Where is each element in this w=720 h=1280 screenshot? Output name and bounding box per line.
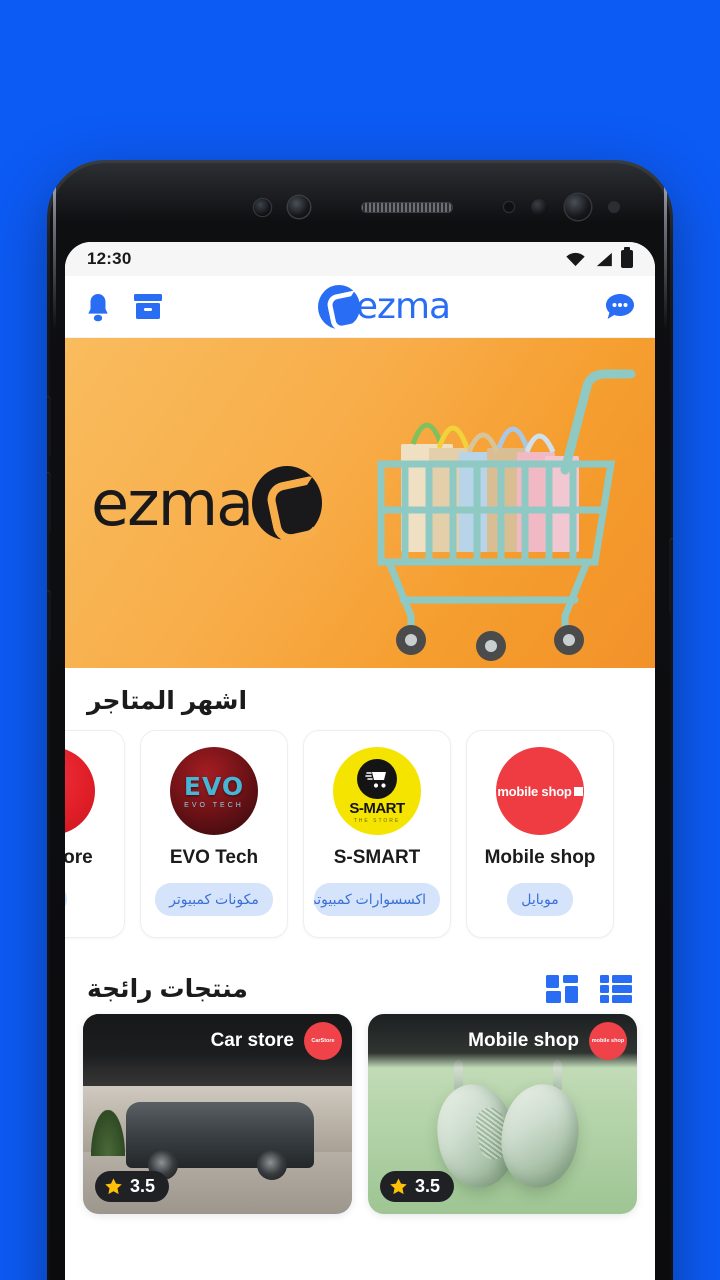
volume-down-button[interactable] xyxy=(47,472,51,534)
store-card-name: Mobile shop xyxy=(484,847,596,868)
product-store-name: Mobile shop xyxy=(468,1030,579,1051)
bell-icon[interactable] xyxy=(85,292,111,322)
product-rating-badge: 3.5 xyxy=(95,1171,170,1202)
promo-banner[interactable]: ezma xyxy=(65,338,655,668)
store-card[interactable]: EVO EVO TECH EVO Tech مكونات كمبيوتر xyxy=(140,730,288,938)
s-mart-logo-icon: S-MART THE STORE xyxy=(333,747,421,835)
product-rating-value: 3.5 xyxy=(415,1176,441,1196)
grid-view-icon[interactable] xyxy=(545,974,579,1004)
products-section-header: منتجات رائجة xyxy=(65,956,655,1014)
star-icon xyxy=(105,1178,122,1195)
products-area: Car store CarStore 3.5 Mobile shop mobil… xyxy=(65,1014,655,1214)
view-mode-toggles xyxy=(545,974,633,1004)
secondary-camera-icon xyxy=(288,196,310,218)
shopping-cart-icon xyxy=(356,758,397,799)
store-card-tag: اكسسوارات كمبيوتر xyxy=(314,883,440,916)
store-card-tag: موبايل xyxy=(507,883,573,916)
front-camera-icon xyxy=(565,194,591,220)
status-bar-clock: 12:30 xyxy=(87,249,132,268)
store-card-name: S-SMART xyxy=(333,847,421,868)
stores-section-header: اشهر المتاجر xyxy=(65,668,655,726)
app-header: ezma xyxy=(65,276,655,338)
shopping-cart-illustration xyxy=(319,352,649,662)
product-store-logo-icon: CarStore xyxy=(304,1022,342,1060)
product-card[interactable]: Car store CarStore 3.5 xyxy=(83,1014,352,1214)
evo-tech-logo-icon: EVO EVO TECH xyxy=(170,747,258,835)
product-card-header: Mobile shop mobile shop xyxy=(368,1014,637,1068)
stores-carousel[interactable]: Car store EVO EVO TECH EVO Tech مكونات ك… xyxy=(65,726,655,956)
product-rating-badge: 3.5 xyxy=(380,1171,455,1202)
cellular-signal-icon xyxy=(596,252,612,266)
app-brand-name: ezma xyxy=(355,286,451,327)
assistant-button[interactable] xyxy=(47,590,51,642)
status-bar-icons xyxy=(565,247,633,268)
device-sensor-bezel xyxy=(47,174,673,240)
mobile-logo-text: mobile shop xyxy=(497,783,572,799)
smart-logo-text: S-MART xyxy=(349,799,405,817)
ezma-mark-icon xyxy=(317,284,360,329)
phone-screen: 12:30 ezma ezma اشهر المتاجر ore EVO EVO… xyxy=(65,242,655,1280)
evo-logo-subtext: EVO TECH xyxy=(184,801,244,809)
earpiece-speaker-icon xyxy=(361,201,453,213)
smart-logo-subtext: THE STORE xyxy=(353,817,401,824)
products-section-title: منتجات رائجة xyxy=(87,975,248,1003)
product-rating-value: 3.5 xyxy=(130,1176,156,1196)
archive-box-icon[interactable] xyxy=(133,293,163,320)
power-button[interactable] xyxy=(669,538,673,616)
iris-scanner-icon xyxy=(531,198,548,216)
store-card-name: EVO Tech xyxy=(169,847,259,868)
phone-device-frame: 12:30 ezma ezma اشهر المتاجر ore EVO EVO… xyxy=(47,160,673,1280)
product-card-header: Car store CarStore xyxy=(83,1014,352,1068)
product-card[interactable]: Mobile shop mobile shop 3.5 xyxy=(368,1014,637,1214)
chat-bubble-icon[interactable] xyxy=(605,292,635,321)
volume-up-button[interactable] xyxy=(47,396,51,458)
app-brand-logo: ezma xyxy=(317,284,451,329)
light-sensor-icon xyxy=(504,202,514,212)
banner-brand-logo: ezma xyxy=(91,466,323,540)
store-card-name: Car store xyxy=(65,847,93,868)
store-card-tag: مكونات كمبيوتر xyxy=(155,883,273,916)
banner-brand-name: ezma xyxy=(91,466,254,540)
stores-section-title: اشهر المتاجر xyxy=(87,687,248,715)
store-card[interactable]: Car store xyxy=(65,730,125,938)
battery-icon xyxy=(621,247,633,268)
proximity-sensor-icon xyxy=(608,201,620,213)
app-header-left-actions xyxy=(85,292,163,322)
store-card[interactable]: S-MART THE STORE S-SMART اكسسوارات كمبيو… xyxy=(303,730,451,938)
product-store-logo-icon: mobile shop xyxy=(589,1022,627,1060)
products-grid: Car store CarStore 3.5 Mobile shop mobil… xyxy=(83,1014,637,1214)
product-store-name: Car store xyxy=(210,1030,294,1051)
store-card[interactable]: mobile shop Mobile shop موبايل xyxy=(466,730,614,938)
evo-logo-text: EVO xyxy=(183,771,245,801)
list-view-icon[interactable] xyxy=(599,974,633,1004)
banner-ezma-mark-icon xyxy=(252,466,323,540)
car-store-logo-icon xyxy=(65,747,95,835)
store-card-tag xyxy=(65,883,67,915)
status-bar: 12:30 xyxy=(65,242,655,276)
wifi-icon xyxy=(566,252,585,266)
star-icon xyxy=(390,1178,407,1195)
led-indicator-icon xyxy=(254,198,271,216)
mobile-shop-logo-icon: mobile shop xyxy=(496,747,584,835)
